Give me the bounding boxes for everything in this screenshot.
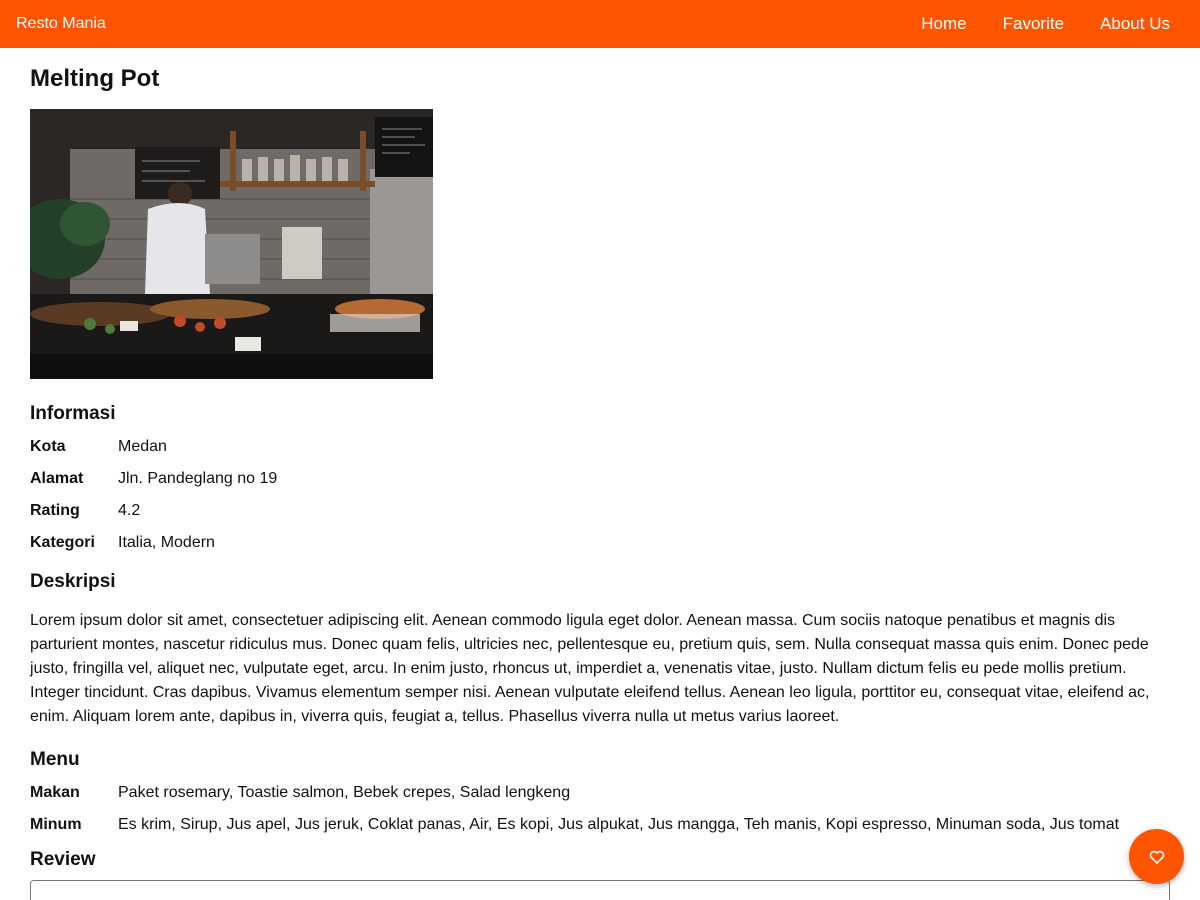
favorite-button[interactable] xyxy=(1129,829,1184,884)
menu-value: Paket rosemary, Toastie salmon, Bebek cr… xyxy=(118,784,571,801)
info-value: 4.2 xyxy=(118,502,141,519)
menu-value: Es krim, Sirup, Jus apel, Jus jeruk, Cok… xyxy=(118,816,1120,833)
heart-icon xyxy=(1149,850,1164,864)
nav-link-favorite[interactable]: Favorite xyxy=(1003,14,1064,34)
info-value: Italia, Modern xyxy=(118,534,215,551)
nav-link-home[interactable]: Home xyxy=(921,14,966,34)
nav-link-about-us[interactable]: About Us xyxy=(1100,14,1170,34)
info-heading: Informasi xyxy=(30,403,116,424)
restaurant-detail: Melting Pot Informasi Kota Medan Alamat … xyxy=(30,48,1170,900)
menu-row-drink: Minum Es krim, Sirup, Jus apel, Jus jeru… xyxy=(30,815,1170,835)
review-heading: Review xyxy=(30,849,96,870)
menu-label: Makan xyxy=(30,784,80,801)
info-row-address: Alamat Jln. Pandeglang no 19 xyxy=(30,469,1170,489)
info-label: Rating xyxy=(30,502,80,519)
info-value: Jln. Pandeglang no 19 xyxy=(118,470,278,487)
brand-logo[interactable]: Resto Mania xyxy=(16,15,106,33)
review-input[interactable] xyxy=(30,880,1170,900)
restaurant-image xyxy=(30,109,433,379)
info-label: Kota xyxy=(30,438,66,455)
nav-links: Home Favorite About Us xyxy=(921,14,1170,34)
menu-label: Minum xyxy=(30,816,82,833)
menu-row-food: Makan Paket rosemary, Toastie salmon, Be… xyxy=(30,783,1170,803)
info-label: Kategori xyxy=(30,534,95,551)
info-row-rating: Rating 4.2 xyxy=(30,501,1170,521)
description-heading: Deskripsi xyxy=(30,571,116,592)
info-value: Medan xyxy=(118,438,167,455)
info-label: Alamat xyxy=(30,470,84,487)
restaurant-name: Melting Pot xyxy=(30,65,160,92)
info-row-category: Kategori Italia, Modern xyxy=(30,533,1170,553)
description-text: Lorem ipsum dolor sit amet, consectetuer… xyxy=(30,612,1150,725)
info-row-city: Kota Medan xyxy=(30,437,1170,457)
navbar: Resto Mania Home Favorite About Us xyxy=(0,0,1200,48)
menu-heading: Menu xyxy=(30,749,80,770)
